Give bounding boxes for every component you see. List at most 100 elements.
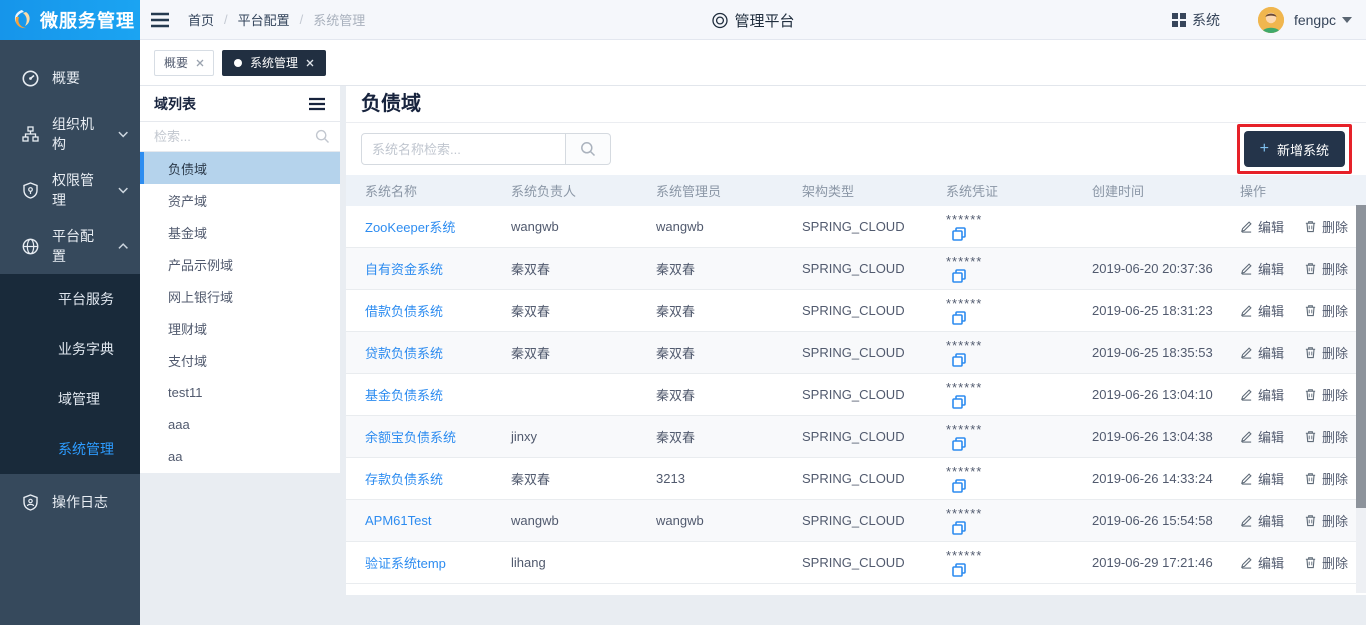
system-search-input[interactable] <box>361 133 566 165</box>
panel-menu-icon[interactable] <box>308 97 326 111</box>
edit-button[interactable]: 编辑 <box>1240 469 1284 488</box>
system-name-link[interactable]: 借款负债系统 <box>365 304 443 319</box>
edit-button[interactable]: 编辑 <box>1240 343 1284 362</box>
system-name-link[interactable]: 验证系统temp <box>365 556 446 571</box>
add-system-button[interactable]: + 新增系统 <box>1244 131 1345 167</box>
domain-search-input[interactable] <box>140 122 340 151</box>
domain-list-item[interactable]: aa <box>140 440 340 472</box>
delete-button[interactable]: 删除 <box>1304 469 1348 488</box>
delete-button[interactable]: 删除 <box>1304 259 1348 278</box>
created-cell: 2019-06-26 13:04:38 <box>1082 429 1230 444</box>
close-icon[interactable] <box>306 59 314 67</box>
copy-icon[interactable] <box>952 479 966 493</box>
table-row: 验证系统templihangSPRING_CLOUD****** 2019-06… <box>346 542 1366 584</box>
tab-overview[interactable]: 概要 <box>154 50 214 76</box>
app-logo[interactable]: 微服务管理 <box>0 0 140 40</box>
search-button[interactable] <box>566 133 611 165</box>
domain-list-item[interactable]: 负债域 <box>140 152 340 184</box>
system-name-link[interactable]: APM61Test <box>365 513 431 528</box>
scrollbar[interactable] <box>1356 205 1366 593</box>
avatar[interactable] <box>1258 7 1284 33</box>
credential-cell: ****** <box>936 254 1082 283</box>
copy-icon[interactable] <box>952 269 966 283</box>
sidebar-item-organization[interactable]: 组织机构 <box>0 106 140 162</box>
domain-list-item[interactable]: 支付域 <box>140 344 340 376</box>
copy-icon[interactable] <box>952 395 966 409</box>
edit-button[interactable]: 编辑 <box>1240 385 1284 404</box>
system-name-link[interactable]: 存款负债系统 <box>365 472 443 487</box>
copy-icon[interactable] <box>952 437 966 451</box>
delete-button[interactable]: 删除 <box>1304 511 1348 530</box>
copy-icon[interactable] <box>952 311 966 325</box>
domain-list-item[interactable]: aaa <box>140 408 340 440</box>
delete-button[interactable]: 删除 <box>1304 385 1348 404</box>
owner-cell: wangwb <box>501 513 646 528</box>
sidebar-item-platform-config[interactable]: 平台配置 <box>0 218 140 274</box>
sidebar-item-operation-log[interactable]: 操作日志 <box>0 474 140 530</box>
system-name-link[interactable]: 贷款负债系统 <box>365 346 443 361</box>
sidebar-item-label: 平台配置 <box>52 226 105 266</box>
chevron-up-icon <box>118 243 128 250</box>
domain-list-item[interactable]: 网上银行域 <box>140 280 340 312</box>
system-name-link[interactable]: 余额宝负债系统 <box>365 430 456 445</box>
plus-icon: + <box>1260 141 1269 157</box>
domain-list-item[interactable]: 理财域 <box>140 312 340 344</box>
edit-button[interactable]: 编辑 <box>1240 553 1284 572</box>
edit-button[interactable]: 编辑 <box>1240 427 1284 446</box>
user-menu[interactable]: fengpc <box>1294 12 1352 28</box>
sidebar-item-permissions[interactable]: 权限管理 <box>0 162 140 218</box>
system-switcher[interactable]: 系统 <box>1172 10 1220 30</box>
sidebar-subitem-business-dictionary[interactable]: 业务字典 <box>0 324 140 374</box>
credential-cell: ****** <box>936 464 1082 493</box>
delete-button[interactable]: 删除 <box>1304 427 1348 446</box>
breadcrumb-platform-config[interactable]: 平台配置 <box>238 10 290 29</box>
domain-list-item[interactable]: test11 <box>140 376 340 408</box>
system-name-link[interactable]: ZooKeeper系统 <box>365 220 455 235</box>
column-header: 系统负责人 <box>501 181 646 200</box>
credential-cell: ****** <box>936 212 1082 241</box>
column-header: 系统管理员 <box>646 181 792 200</box>
copy-icon[interactable] <box>952 227 966 241</box>
owner-cell: 秦双春 <box>501 259 646 278</box>
delete-button[interactable]: 删除 <box>1304 553 1348 572</box>
breadcrumb-home[interactable]: 首页 <box>188 10 214 29</box>
table-row: 基金负债系统秦双春SPRING_CLOUD****** 2019-06-26 1… <box>346 374 1366 416</box>
sidebar-subitem-system-management[interactable]: 系统管理 <box>0 424 140 474</box>
credential-mask: ****** <box>946 338 982 353</box>
credential-cell: ****** <box>936 380 1082 409</box>
sidebar-subitem-platform-services[interactable]: 平台服务 <box>0 274 140 324</box>
edit-button[interactable]: 编辑 <box>1240 301 1284 320</box>
system-name-link[interactable]: 自有资金系统 <box>365 262 443 277</box>
credential-mask: ****** <box>946 548 982 563</box>
tab-system-management[interactable]: 系统管理 <box>222 50 326 76</box>
breadcrumb: 首页 / 平台配置 / 系统管理 <box>188 10 365 29</box>
tab-bar: 概要 系统管理 <box>140 40 1366 86</box>
sidebar-item-overview[interactable]: 概要 <box>0 50 140 106</box>
delete-button[interactable]: 删除 <box>1304 301 1348 320</box>
architecture-cell: SPRING_CLOUD <box>792 429 936 444</box>
copy-icon[interactable] <box>952 521 966 535</box>
edit-button[interactable]: 编辑 <box>1240 259 1284 278</box>
copy-icon[interactable] <box>952 353 966 367</box>
domain-list-item[interactable]: 基金域 <box>140 216 340 248</box>
close-icon[interactable] <box>196 59 204 67</box>
edit-button[interactable]: 编辑 <box>1240 217 1284 236</box>
copy-icon[interactable] <box>952 563 966 577</box>
domain-list-item[interactable]: 产品示例域 <box>140 248 340 280</box>
delete-button[interactable]: 删除 <box>1304 343 1348 362</box>
domain-search <box>140 122 340 152</box>
edit-icon <box>1240 514 1253 527</box>
top-bar: 微服务管理 首页 / 平台配置 / 系统管理 管理平台 <box>0 0 1366 40</box>
credential-mask: ****** <box>946 506 982 521</box>
edit-button[interactable]: 编辑 <box>1240 511 1284 530</box>
domain-list-item[interactable]: 资产域 <box>140 184 340 216</box>
actions-cell: 编辑 删除 <box>1230 301 1366 320</box>
sidebar-subitem-domain-management[interactable]: 域管理 <box>0 374 140 424</box>
table-row: 自有资金系统秦双春秦双春SPRING_CLOUD****** 2019-06-2… <box>346 248 1366 290</box>
scrollbar-thumb[interactable] <box>1356 205 1366 508</box>
delete-button[interactable]: 删除 <box>1304 217 1348 236</box>
column-header: 架构类型 <box>792 181 936 200</box>
system-name-link[interactable]: 基金负债系统 <box>365 388 443 403</box>
sidebar-toggle-icon[interactable] <box>150 12 170 28</box>
search-icon <box>580 141 596 157</box>
